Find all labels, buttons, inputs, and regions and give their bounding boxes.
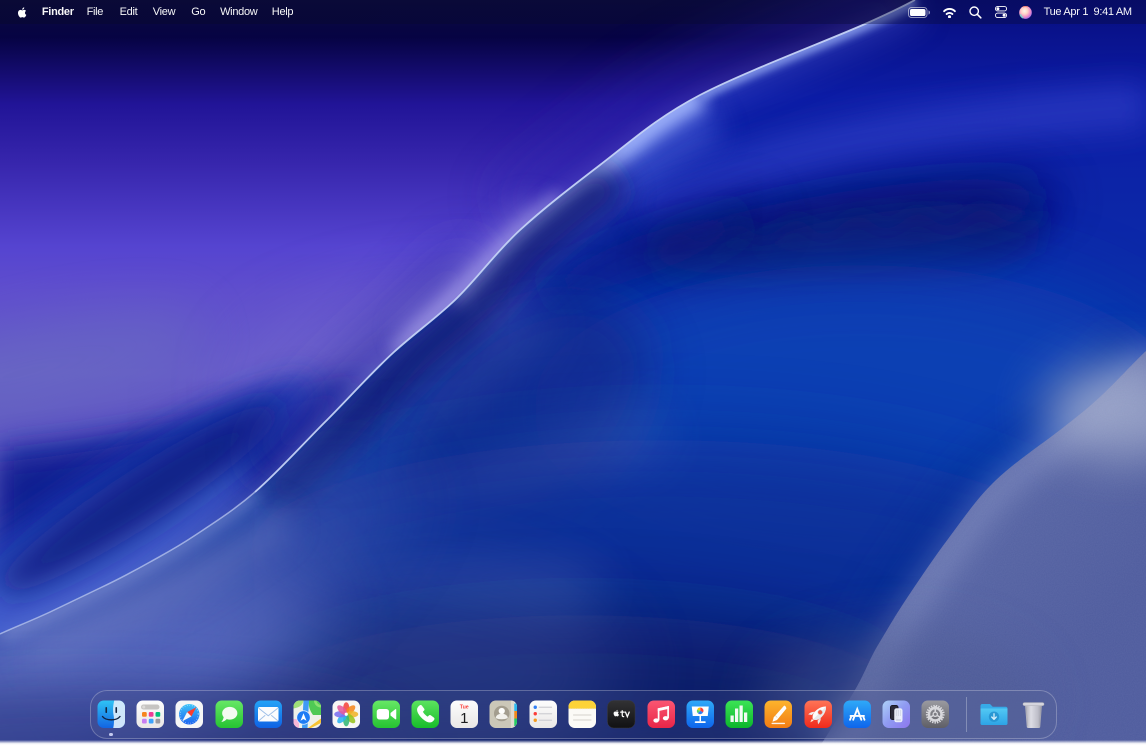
svg-text:1: 1 xyxy=(460,710,468,727)
